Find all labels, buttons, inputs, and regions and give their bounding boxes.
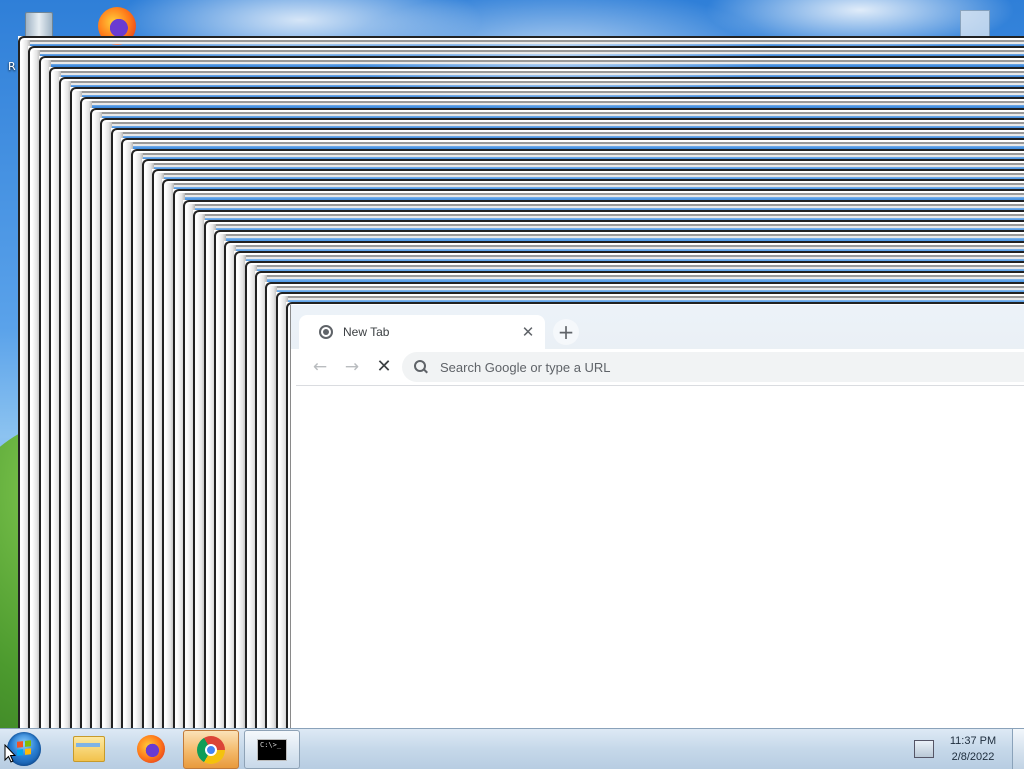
forward-arrow-icon[interactable]: →: [340, 355, 364, 379]
firefox-icon: [137, 734, 165, 763]
close-tab-icon[interactable]: ✕: [519, 323, 537, 341]
taskbar: C:\>_ 11:37 PM 2/8/2022: [0, 728, 1024, 769]
taskbar-explorer-button[interactable]: [62, 730, 116, 767]
tab-new-tab[interactable]: New Tab ✕: [299, 315, 545, 349]
chrome-favicon-icon: [319, 325, 333, 339]
address-bar[interactable]: [402, 352, 1024, 382]
tab-title: New Tab: [343, 325, 390, 339]
taskbar-firefox-button[interactable]: [124, 730, 178, 767]
back-arrow-icon[interactable]: ←: [308, 355, 332, 379]
show-desktop-button[interactable]: [1012, 729, 1024, 769]
chrome-window: New Tab ✕ + ← → ✕: [290, 305, 1024, 728]
address-input[interactable]: [438, 358, 1002, 376]
taskbar-cmd-button[interactable]: C:\>_: [244, 730, 300, 769]
page-content: [296, 386, 1024, 728]
network-icon[interactable]: [914, 740, 934, 758]
stop-loading-icon[interactable]: ✕: [372, 355, 396, 379]
desktop-icon-label: R: [8, 60, 16, 73]
firefox-desktop-icon[interactable]: [92, 4, 142, 48]
tab-strip: New Tab ✕ +: [291, 305, 1024, 349]
mouse-cursor-icon: [4, 744, 16, 763]
file-icon[interactable]: [960, 10, 990, 42]
new-tab-button[interactable]: +: [553, 319, 579, 345]
clock-time: 11:37 PM: [949, 735, 997, 747]
search-icon: [414, 360, 428, 374]
browser-toolbar: ← → ✕: [296, 349, 1024, 386]
chrome-icon: [197, 735, 225, 764]
recycle-bin-icon[interactable]: [20, 4, 58, 44]
clock-date: 2/8/2022: [951, 751, 995, 763]
windows-explorer-icon: [73, 735, 105, 762]
taskbar-chrome-button[interactable]: [183, 730, 239, 769]
desktop-hill: [0, 420, 200, 728]
system-clock[interactable]: 11:37 PM 2/8/2022: [940, 733, 1006, 765]
command-prompt-icon: C:\>_: [257, 738, 287, 761]
